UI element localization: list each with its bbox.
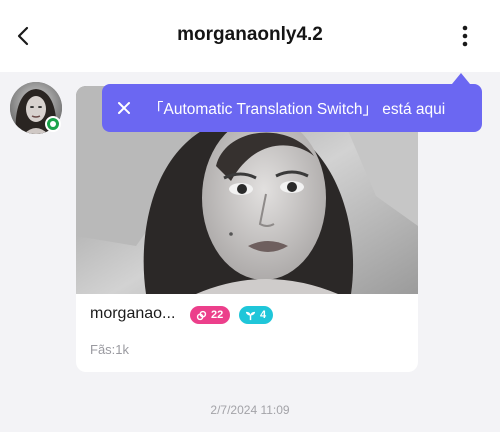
top-bar: morganaonly4.2	[0, 0, 500, 72]
sprout-icon	[245, 311, 256, 320]
link-icon	[196, 310, 207, 320]
fans-count: Fãs:1k	[90, 342, 130, 357]
profile-name: morganao...	[90, 305, 176, 322]
online-status-badge	[45, 116, 61, 132]
translation-tooltip[interactable]: 「Automatic Translation Switch」 está aqui	[102, 84, 482, 132]
tooltip-text: 「Automatic Translation Switch」 está aqui	[148, 101, 446, 118]
more-options-button[interactable]	[450, 20, 480, 52]
tooltip-close-button[interactable]	[112, 96, 136, 120]
page-title: morganaonly4.2	[177, 24, 323, 45]
sprout-count: 4	[260, 309, 267, 321]
sprout-count-badge: 4	[239, 306, 274, 324]
more-vertical-icon	[462, 25, 468, 47]
tooltip-arrow	[452, 73, 470, 84]
link-count: 22	[211, 309, 224, 321]
message-timestamp: 2/7/2024 11:09	[210, 403, 290, 417]
link-count-badge: 22	[190, 306, 231, 324]
close-icon	[118, 102, 130, 114]
